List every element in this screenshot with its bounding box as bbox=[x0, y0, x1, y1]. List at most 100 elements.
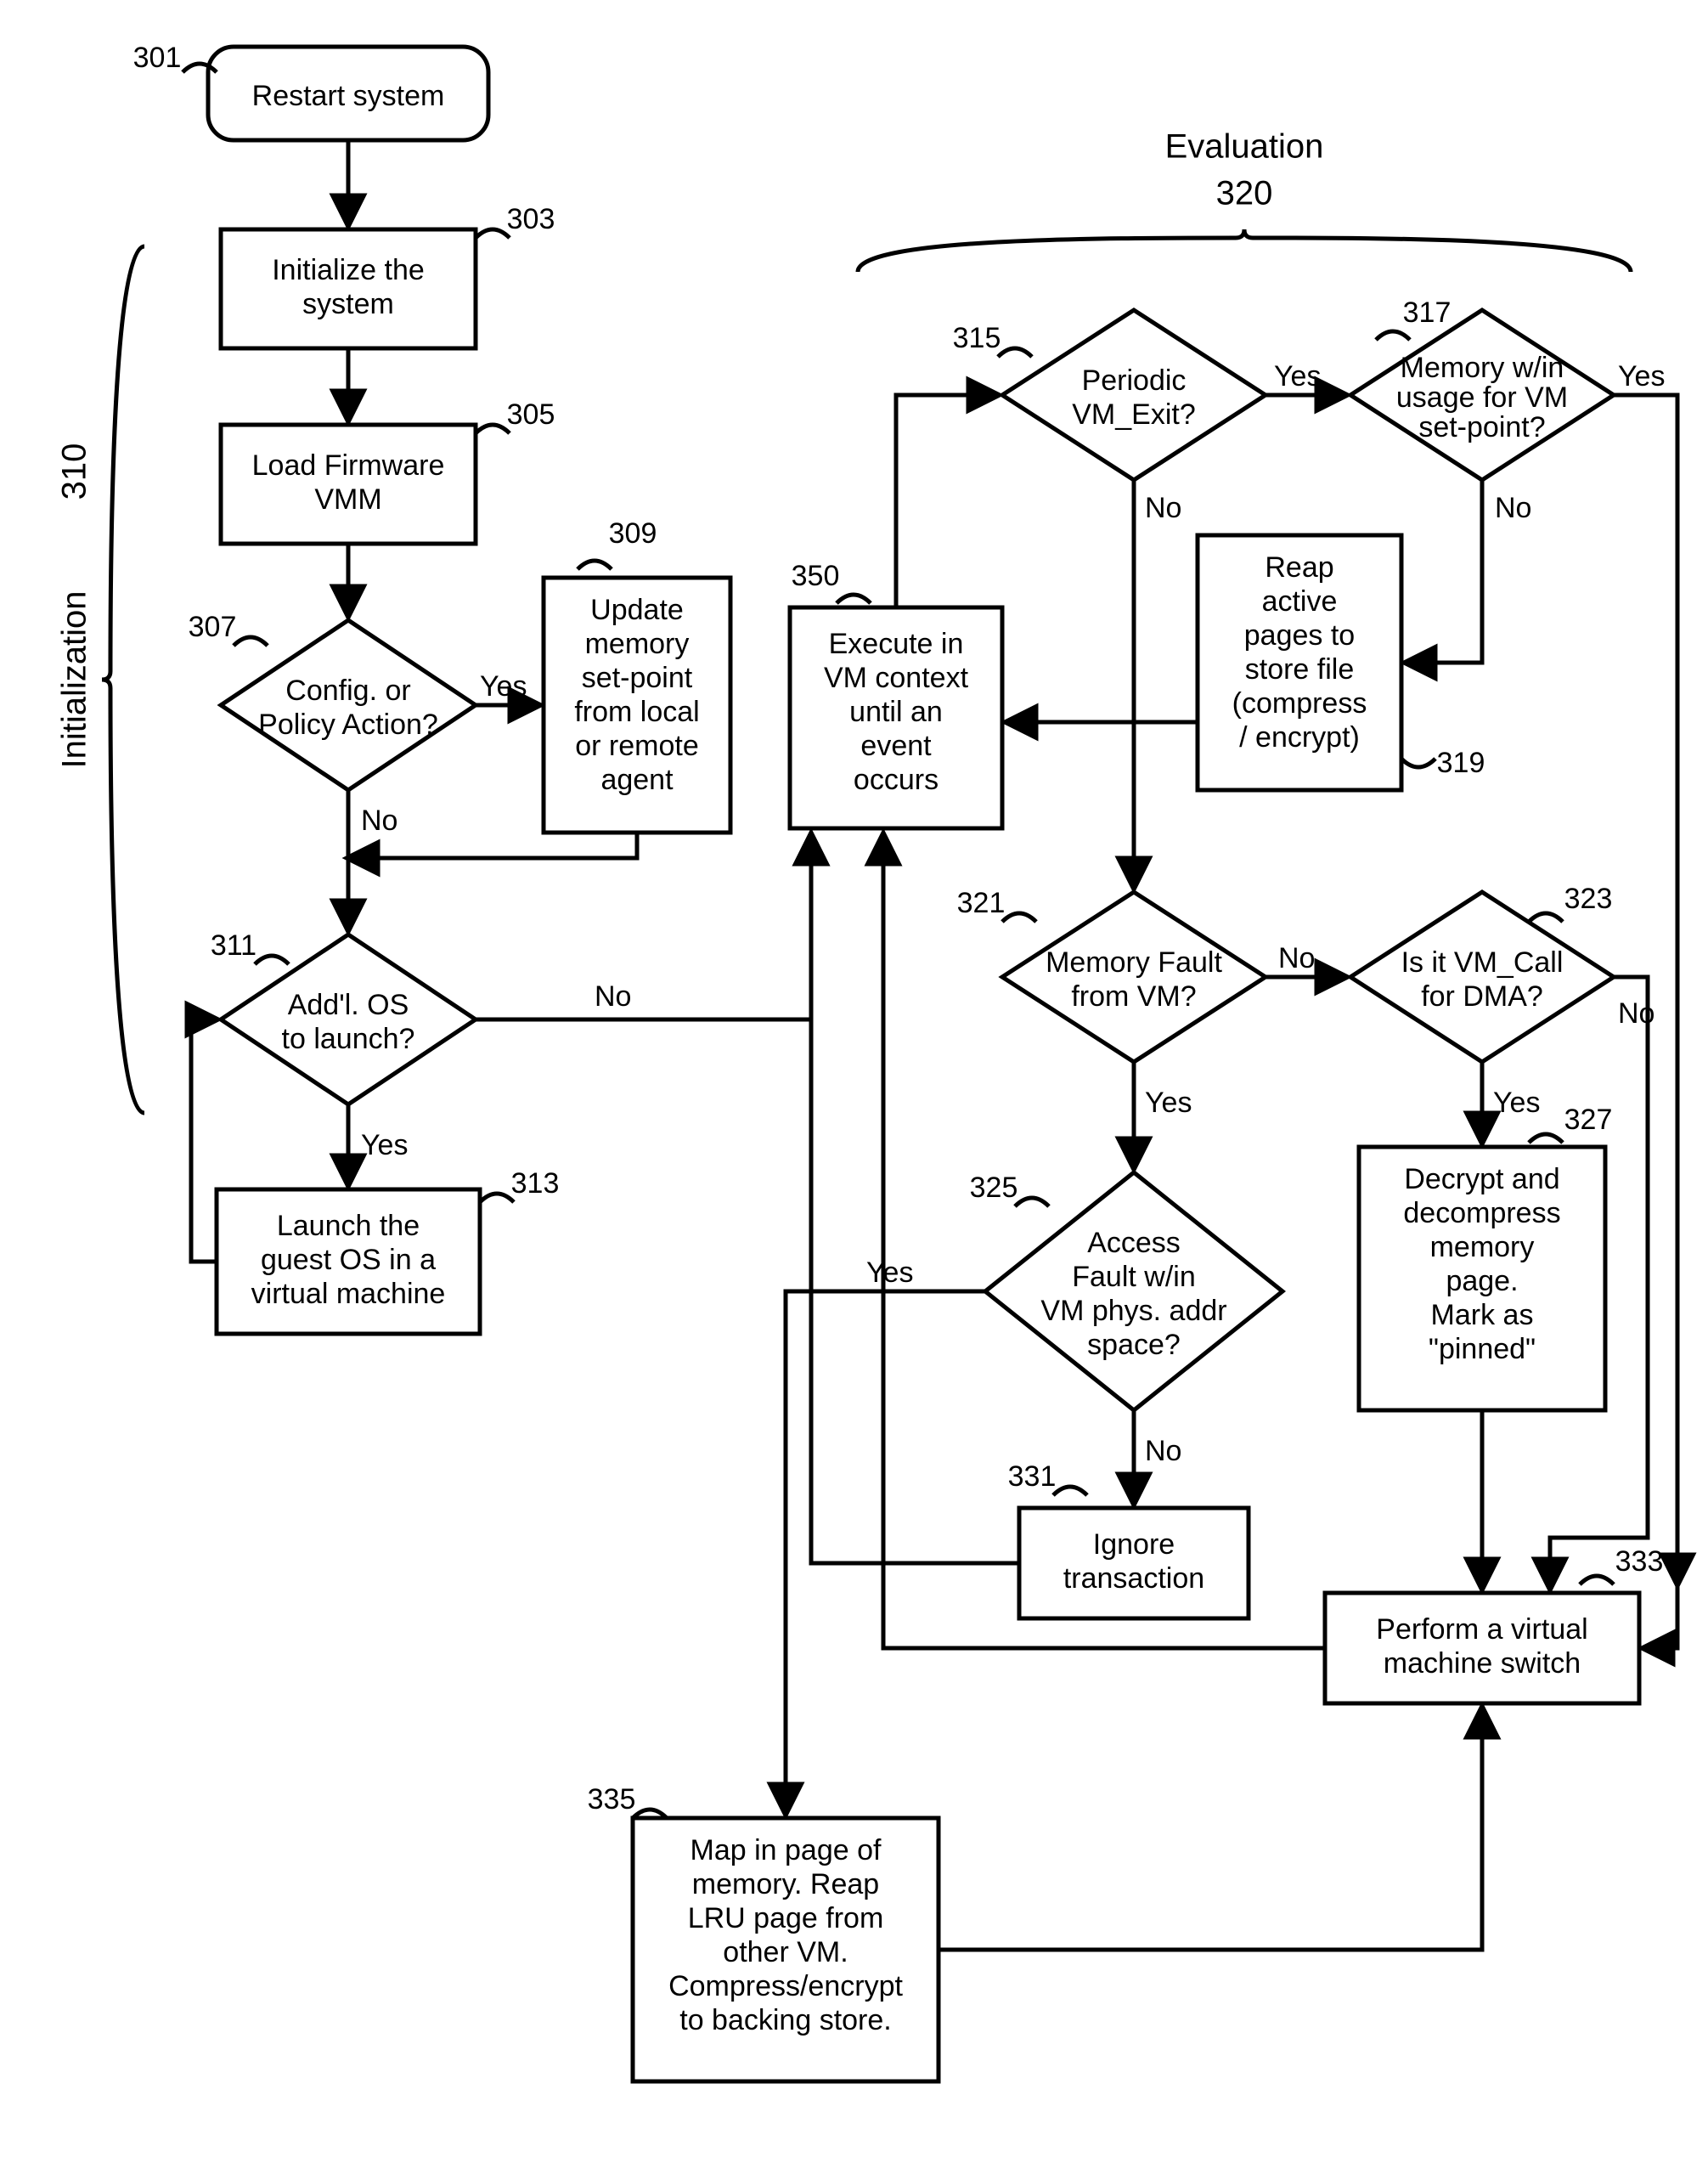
label-333b: machine switch bbox=[1384, 1647, 1581, 1680]
label-317-no: No bbox=[1495, 492, 1531, 524]
label-350b: VM context bbox=[824, 662, 969, 694]
label-335a: Map in page of bbox=[691, 1834, 882, 1866]
ref-325: 325 bbox=[970, 1172, 1018, 1204]
label-307-yes: Yes bbox=[480, 670, 527, 703]
label-305a: Load Firmware bbox=[252, 449, 445, 482]
ref-hook-317 bbox=[1376, 331, 1410, 340]
label-317c: set-point? bbox=[1418, 411, 1545, 443]
label-317b: usage for VM bbox=[1396, 381, 1568, 414]
label-313a: Launch the bbox=[277, 1210, 420, 1242]
label-309e: or remote bbox=[575, 730, 699, 762]
label-321a: Memory Fault bbox=[1046, 946, 1222, 979]
label-restart-system: Restart system bbox=[252, 80, 445, 112]
label-313c: virtual machine bbox=[251, 1278, 446, 1310]
label-319f: / encrypt) bbox=[1239, 721, 1360, 754]
ref-305: 305 bbox=[507, 398, 555, 431]
ref-333: 333 bbox=[1615, 1545, 1664, 1578]
ref-327: 327 bbox=[1564, 1104, 1613, 1136]
arrow-313-loop-311 bbox=[191, 1019, 217, 1262]
ref-309: 309 bbox=[609, 517, 657, 550]
ref-hook-305 bbox=[476, 425, 510, 433]
label-331b: transaction bbox=[1063, 1562, 1204, 1595]
ref-307: 307 bbox=[189, 611, 237, 643]
label-309f: agent bbox=[600, 764, 674, 796]
arrow-350-315 bbox=[896, 395, 998, 607]
label-335d: other VM. bbox=[723, 1936, 848, 1968]
label-321-no: No bbox=[1278, 942, 1315, 974]
label-335f: to backing store. bbox=[679, 2004, 891, 2036]
ref-hook-307 bbox=[234, 637, 268, 646]
label-311a: Add'l. OS bbox=[288, 989, 409, 1021]
label-325b: Fault w/in bbox=[1072, 1261, 1196, 1293]
ref-321: 321 bbox=[957, 887, 1006, 919]
ref-313: 313 bbox=[511, 1167, 560, 1200]
ref-hook-315 bbox=[998, 348, 1032, 357]
ref-hook-331 bbox=[1053, 1487, 1087, 1495]
label-309b: memory bbox=[585, 628, 690, 660]
label-327d: page. bbox=[1446, 1265, 1518, 1297]
label-327f: "pinned" bbox=[1429, 1333, 1536, 1365]
label-313b: guest OS in a bbox=[261, 1244, 436, 1276]
ref-350: 350 bbox=[792, 560, 840, 592]
label-307b: Policy Action? bbox=[258, 709, 438, 741]
ref-317: 317 bbox=[1403, 296, 1452, 329]
label-325c: VM phys. addr bbox=[1040, 1295, 1226, 1327]
ref-303: 303 bbox=[507, 203, 555, 235]
label-319d: store file bbox=[1245, 653, 1355, 686]
ref-hook-313 bbox=[480, 1194, 514, 1202]
label-335e: Compress/encrypt bbox=[668, 1970, 903, 2002]
ref-hook-323 bbox=[1529, 913, 1563, 922]
label-325-yes: Yes bbox=[866, 1256, 913, 1289]
label-310: 310 bbox=[56, 443, 93, 500]
label-323b: for DMA? bbox=[1421, 980, 1543, 1013]
ref-hook-321 bbox=[1002, 913, 1036, 922]
ref-323: 323 bbox=[1564, 883, 1613, 915]
label-331a: Ignore bbox=[1093, 1528, 1175, 1561]
label-311b: to launch? bbox=[282, 1023, 415, 1055]
label-325-no: No bbox=[1145, 1435, 1181, 1467]
ref-hook-303 bbox=[476, 229, 510, 238]
brace-evaluation bbox=[858, 229, 1631, 272]
label-315-no: No bbox=[1145, 492, 1181, 524]
label-335c: LRU page from bbox=[688, 1902, 884, 1934]
label-319e: (compress bbox=[1232, 687, 1367, 720]
label-309a: Update bbox=[590, 594, 684, 626]
arrow-317yes-into-333 bbox=[1643, 1584, 1677, 1648]
label-327e: Mark as bbox=[1431, 1299, 1534, 1331]
ref-hook-327 bbox=[1529, 1134, 1563, 1143]
label-319a: Reap bbox=[1265, 551, 1333, 584]
label-evaluation: Evaluation bbox=[1165, 128, 1324, 166]
ref-315: 315 bbox=[953, 322, 1001, 354]
label-321b: from VM? bbox=[1071, 980, 1196, 1013]
label-307-no: No bbox=[361, 805, 397, 837]
ref-311: 311 bbox=[211, 929, 256, 962]
label-311-yes: Yes bbox=[361, 1129, 408, 1161]
label-350d: event bbox=[860, 730, 932, 762]
label-initialization: Initialization bbox=[56, 590, 93, 768]
label-309c: set-point bbox=[582, 662, 693, 694]
label-319b: active bbox=[1262, 585, 1338, 618]
label-327b: decompress bbox=[1403, 1197, 1560, 1229]
flowchart-canvas: Restart system 301 Initialize the system… bbox=[0, 0, 1708, 2174]
label-317-yes: Yes bbox=[1618, 360, 1665, 392]
label-325d: space? bbox=[1087, 1329, 1181, 1361]
brace-initialization bbox=[102, 246, 144, 1113]
label-327c: memory bbox=[1430, 1231, 1535, 1263]
label-319c: pages to bbox=[1244, 619, 1355, 652]
label-309d: from local bbox=[574, 696, 699, 728]
ref-301: 301 bbox=[133, 42, 182, 74]
label-350a: Execute in bbox=[829, 628, 964, 660]
label-323a: Is it VM_Call bbox=[1401, 946, 1564, 979]
label-311-no: No bbox=[595, 980, 631, 1013]
ref-hook-309 bbox=[578, 561, 612, 569]
label-350c: until an bbox=[849, 696, 943, 728]
label-350e: occurs bbox=[854, 764, 939, 796]
label-333a: Perform a virtual bbox=[1376, 1613, 1587, 1646]
ref-hook-350 bbox=[837, 595, 871, 603]
label-315-yes: Yes bbox=[1274, 360, 1321, 392]
label-327a: Decrypt and bbox=[1404, 1163, 1559, 1195]
arrow-311-no-350 bbox=[476, 834, 811, 1019]
ref-hook-319 bbox=[1401, 759, 1435, 767]
ref-hook-311 bbox=[255, 956, 289, 964]
ref-319: 319 bbox=[1437, 747, 1485, 779]
